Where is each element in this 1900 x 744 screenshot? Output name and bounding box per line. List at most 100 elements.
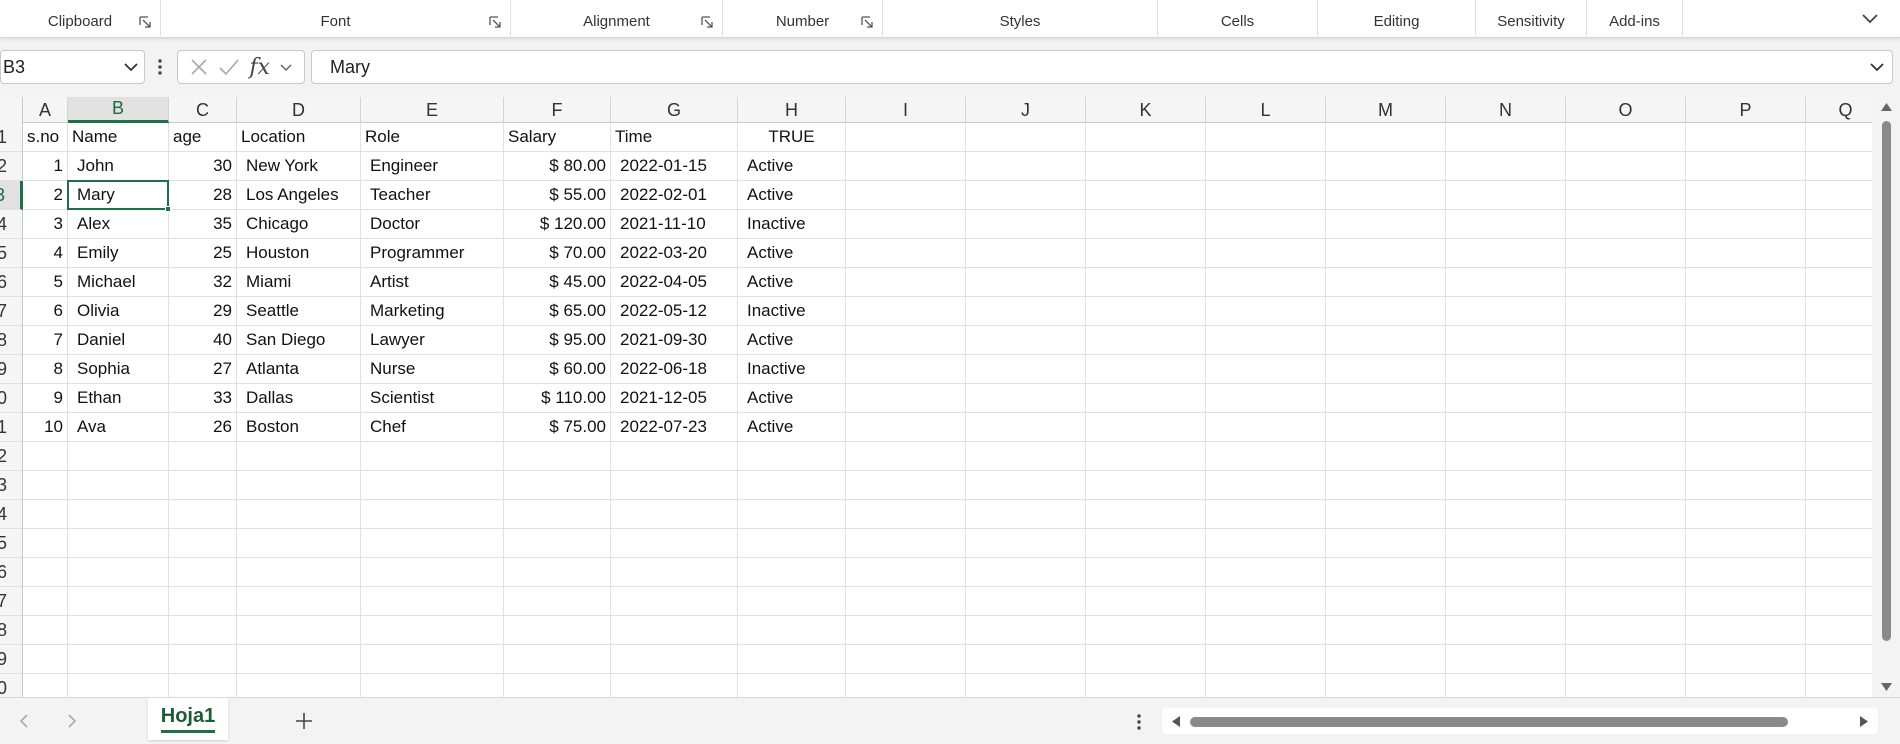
- cell-k9[interactable]: [1086, 355, 1206, 384]
- cell-p8[interactable]: [1686, 326, 1806, 355]
- cell-e13[interactable]: [361, 471, 504, 500]
- scroll-left-icon[interactable]: [1170, 715, 1182, 728]
- cell-i10[interactable]: [846, 384, 966, 413]
- formula-input[interactable]: Mary: [311, 50, 1893, 84]
- cell-f1[interactable]: Salary: [504, 123, 611, 152]
- cell-b18[interactable]: [68, 616, 169, 645]
- cell-p4[interactable]: [1686, 210, 1806, 239]
- cell-p7[interactable]: [1686, 297, 1806, 326]
- cell-l16[interactable]: [1206, 558, 1326, 587]
- cell-p13[interactable]: [1686, 471, 1806, 500]
- cell-o17[interactable]: [1566, 587, 1686, 616]
- cell-q16[interactable]: [1806, 558, 1872, 587]
- cell-h17[interactable]: [738, 587, 846, 616]
- cell-i16[interactable]: [846, 558, 966, 587]
- cell-j7[interactable]: [966, 297, 1086, 326]
- cell-m15[interactable]: [1326, 529, 1446, 558]
- cell-b8[interactable]: Daniel: [68, 326, 169, 355]
- cell-k10[interactable]: [1086, 384, 1206, 413]
- cell-l8[interactable]: [1206, 326, 1326, 355]
- cell-d13[interactable]: [237, 471, 361, 500]
- cell-o6[interactable]: [1566, 268, 1686, 297]
- cell-g10[interactable]: 2021-12-05: [611, 384, 738, 413]
- cell-a16[interactable]: [23, 558, 68, 587]
- cell-n1[interactable]: [1446, 123, 1566, 152]
- column-header-h[interactable]: H: [738, 97, 846, 123]
- cell-c19[interactable]: [169, 645, 237, 674]
- cell-l19[interactable]: [1206, 645, 1326, 674]
- cell-g4[interactable]: 2021-11-10: [611, 210, 738, 239]
- cell-m11[interactable]: [1326, 413, 1446, 442]
- cell-l14[interactable]: [1206, 500, 1326, 529]
- cell-k5[interactable]: [1086, 239, 1206, 268]
- cell-l6[interactable]: [1206, 268, 1326, 297]
- cell-m9[interactable]: [1326, 355, 1446, 384]
- cell-b12[interactable]: [68, 442, 169, 471]
- ribbon-group-number[interactable]: Number: [723, 0, 883, 38]
- cell-g14[interactable]: [611, 500, 738, 529]
- cell-j1[interactable]: [966, 123, 1086, 152]
- column-header-n[interactable]: N: [1446, 97, 1566, 123]
- cell-k20[interactable]: [1086, 674, 1206, 697]
- cell-i15[interactable]: [846, 529, 966, 558]
- cell-h4[interactable]: Inactive: [738, 210, 846, 239]
- cell-i6[interactable]: [846, 268, 966, 297]
- cell-d15[interactable]: [237, 529, 361, 558]
- cell-m2[interactable]: [1326, 152, 1446, 181]
- cell-l1[interactable]: [1206, 123, 1326, 152]
- row-header-4[interactable]: 4: [0, 210, 23, 239]
- select-all-corner[interactable]: [0, 97, 23, 123]
- cell-b7[interactable]: Olivia: [68, 297, 169, 326]
- cell-d3[interactable]: Los Angeles: [237, 181, 361, 210]
- cell-b15[interactable]: [68, 529, 169, 558]
- cell-o19[interactable]: [1566, 645, 1686, 674]
- cell-d10[interactable]: Dallas: [237, 384, 361, 413]
- cell-p20[interactable]: [1686, 674, 1806, 697]
- cell-k13[interactable]: [1086, 471, 1206, 500]
- row-header-7[interactable]: 7: [0, 297, 23, 326]
- scroll-right-icon[interactable]: [1858, 715, 1870, 728]
- expand-formula-bar-button[interactable]: [1862, 62, 1892, 72]
- sheet-options-button[interactable]: [1132, 710, 1146, 734]
- cell-q5[interactable]: [1806, 239, 1872, 268]
- cell-j2[interactable]: [966, 152, 1086, 181]
- cell-p5[interactable]: [1686, 239, 1806, 268]
- cell-p14[interactable]: [1686, 500, 1806, 529]
- cell-e4[interactable]: Doctor: [361, 210, 504, 239]
- cell-e10[interactable]: Scientist: [361, 384, 504, 413]
- cell-b2[interactable]: John: [68, 152, 169, 181]
- cell-m10[interactable]: [1326, 384, 1446, 413]
- cell-n13[interactable]: [1446, 471, 1566, 500]
- cell-j14[interactable]: [966, 500, 1086, 529]
- check-icon[interactable]: [218, 57, 240, 77]
- column-header-p[interactable]: P: [1686, 97, 1806, 123]
- cell-k16[interactable]: [1086, 558, 1206, 587]
- cell-j4[interactable]: [966, 210, 1086, 239]
- cell-g8[interactable]: 2021-09-30: [611, 326, 738, 355]
- cell-e17[interactable]: [361, 587, 504, 616]
- cell-o14[interactable]: [1566, 500, 1686, 529]
- cell-l13[interactable]: [1206, 471, 1326, 500]
- cell-m19[interactable]: [1326, 645, 1446, 674]
- cell-n5[interactable]: [1446, 239, 1566, 268]
- cell-a5[interactable]: 4: [23, 239, 68, 268]
- row-header-6[interactable]: 6: [0, 268, 23, 297]
- cell-l3[interactable]: [1206, 181, 1326, 210]
- cell-n18[interactable]: [1446, 616, 1566, 645]
- column-header-f[interactable]: F: [504, 97, 611, 123]
- column-header-i[interactable]: I: [846, 97, 966, 123]
- cell-p1[interactable]: [1686, 123, 1806, 152]
- cell-b13[interactable]: [68, 471, 169, 500]
- cell-m17[interactable]: [1326, 587, 1446, 616]
- cell-i11[interactable]: [846, 413, 966, 442]
- cell-q2[interactable]: [1806, 152, 1872, 181]
- cell-f14[interactable]: [504, 500, 611, 529]
- cell-h19[interactable]: [738, 645, 846, 674]
- cell-q1[interactable]: [1806, 123, 1872, 152]
- row-header-15[interactable]: 15: [0, 529, 23, 558]
- cell-a10[interactable]: 9: [23, 384, 68, 413]
- cell-j12[interactable]: [966, 442, 1086, 471]
- cell-e20[interactable]: [361, 674, 504, 697]
- cell-b3[interactable]: Mary: [68, 181, 169, 210]
- cell-e12[interactable]: [361, 442, 504, 471]
